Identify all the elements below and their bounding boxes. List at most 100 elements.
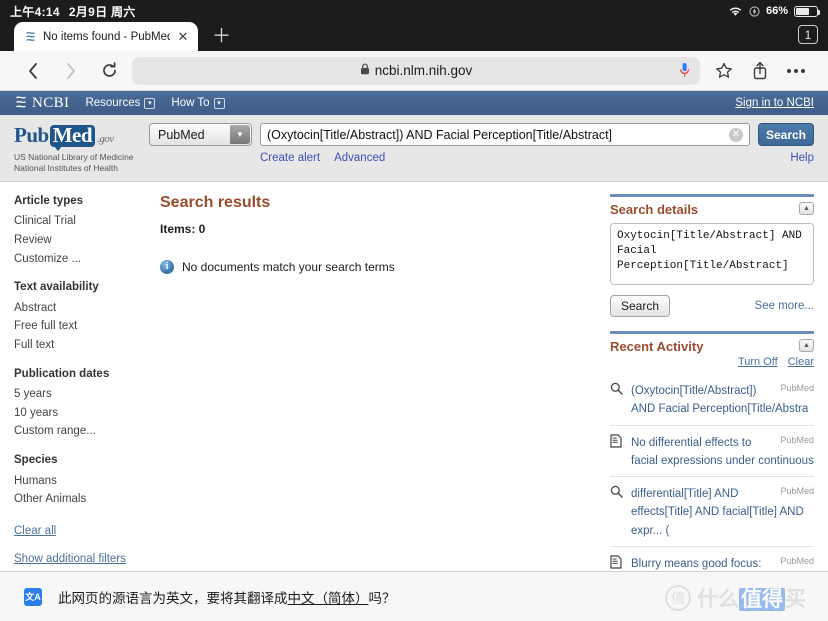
search-icon xyxy=(610,381,624,418)
search-icon xyxy=(610,484,624,539)
filter-item-clinical-trial[interactable]: Clinical Trial xyxy=(14,212,140,231)
share-icon[interactable] xyxy=(742,56,778,86)
ncbi-menu-howto[interactable]: How To ▾ xyxy=(171,97,225,109)
list-item[interactable]: PubMed differential[Title] AND effects[T… xyxy=(610,477,814,547)
list-item-body: PubMed differential[Title] AND effects[T… xyxy=(631,484,814,539)
show-additional-filters-link[interactable]: Show additional filters xyxy=(14,553,140,565)
pubmed-subtitle-line2: National Institutes of Health xyxy=(14,163,118,174)
clear-link[interactable]: Clear xyxy=(788,356,814,368)
plus-icon[interactable]: ＋ xyxy=(212,27,231,46)
filters-sidebar: Article types Clinical Trial Review Cust… xyxy=(0,182,150,593)
pubmed-favicon xyxy=(24,30,37,43)
list-item[interactable]: PubMed (Oxytocin[Title/Abstract]) AND Fa… xyxy=(610,374,814,426)
pubmed-link-row: Create alert Advanced Help xyxy=(149,152,814,164)
create-alert-link[interactable]: Create alert xyxy=(260,152,320,164)
status-bar-date: 2月9日 周六 xyxy=(68,4,136,19)
pubmed-logo-med: Med xyxy=(49,125,96,151)
search-details-actions: Search See more... xyxy=(610,294,814,317)
list-item-db: PubMed xyxy=(780,555,814,566)
ncbi-top-bar: NCBI Resources ▾ How To ▾ Sign in to NCB… xyxy=(0,91,828,115)
translate-text-after: 吗？ xyxy=(368,590,396,606)
search-details-header: Search details ▲ xyxy=(610,197,814,217)
filter-item-5-years[interactable]: 5 years xyxy=(14,385,140,404)
reload-icon[interactable] xyxy=(90,56,128,86)
filter-group-title: Article types xyxy=(14,194,84,207)
clear-all-filters-link[interactable]: Clear all xyxy=(14,525,140,537)
empty-results-message: i No documents match your search terms xyxy=(160,259,590,274)
filter-item-abstract[interactable]: Abstract xyxy=(14,299,140,318)
search-details-title: Search details xyxy=(610,201,699,217)
filter-item-full-text[interactable]: Full text xyxy=(14,336,140,355)
address-bar[interactable]: ncbi.nlm.nih.gov xyxy=(132,56,700,85)
page-body: Article types Clinical Trial Review Cust… xyxy=(0,181,828,621)
empty-results-text: No documents match your search terms xyxy=(182,259,395,274)
info-icon: i xyxy=(160,259,174,274)
search-input[interactable]: (Oxytocin[Title/Abstract]) AND Facial Pe… xyxy=(260,123,750,146)
collapse-icon[interactable]: ▲ xyxy=(799,201,814,215)
translate-text-before: 此网页的源语言为英文，要将其翻译成 xyxy=(58,590,288,606)
pubmed-search-zone: PubMed ▼ (Oxytocin[Title/Abstract]) AND … xyxy=(149,123,814,164)
filter-group-title: Publication dates xyxy=(14,367,110,380)
watermark-text-part1: 什么 xyxy=(697,588,739,611)
list-item-body: PubMed No differential effects to facial… xyxy=(631,433,814,470)
star-icon[interactable] xyxy=(706,56,742,86)
translate-icon: 文A xyxy=(24,587,42,606)
filter-item-customize[interactable]: Customize ... xyxy=(14,250,140,269)
ncbi-menu-howto-label: How To xyxy=(171,97,210,109)
browser-tab[interactable]: No items found - PubMed - ✕ xyxy=(14,22,198,51)
translate-target-language-link[interactable]: 中文（简体） xyxy=(288,591,369,606)
filter-item-review[interactable]: Review xyxy=(14,231,140,250)
filter-group-title: Species xyxy=(14,454,58,467)
translate-prompt-text: 此网页的源语言为英文，要将其翻译成中文（简体）吗？ xyxy=(58,587,396,607)
database-select-value: PubMed xyxy=(158,127,205,142)
pubmed-brand[interactable]: Pub Med .gov US National Library of Medici… xyxy=(14,123,149,175)
filter-item-humans[interactable]: Humans xyxy=(14,472,140,491)
filter-group-text-availability: Text availability Abstract Free full tex… xyxy=(14,280,140,354)
chevron-down-icon: ▼ xyxy=(230,125,250,144)
ncbi-menu-resources[interactable]: Resources ▾ xyxy=(85,97,156,109)
status-bar-time: 上午4:14 xyxy=(10,4,60,19)
search-details-search-button[interactable]: Search xyxy=(610,294,670,317)
ncbi-dna-icon xyxy=(14,95,28,112)
pubmed-logo: Pub Med .gov xyxy=(14,123,149,151)
pubmed-logo-pub: Pub xyxy=(14,123,49,147)
microphone-icon[interactable] xyxy=(679,62,690,84)
turn-off-link[interactable]: Turn Off xyxy=(738,356,778,368)
clear-query-icon[interactable]: ✕ xyxy=(729,128,743,142)
filter-item-custom-range[interactable]: Custom range... xyxy=(14,422,140,441)
filter-group-article-types: Article types Clinical Trial Review Cust… xyxy=(14,194,140,268)
database-select[interactable]: PubMed ▼ xyxy=(149,123,252,146)
more-ellipsis-icon[interactable] xyxy=(778,56,814,86)
watermark: 值 什么值得买 xyxy=(665,583,806,613)
help-link[interactable]: Help xyxy=(790,152,814,164)
filter-item-10-years[interactable]: 10 years xyxy=(14,404,140,423)
tab-count-badge[interactable]: 1 xyxy=(798,25,818,44)
list-item-body: PubMed (Oxytocin[Title/Abstract]) AND Fa… xyxy=(631,381,814,418)
filter-item-free-full-text[interactable]: Free full text xyxy=(14,317,140,336)
pubmed-search-row: PubMed ▼ (Oxytocin[Title/Abstract]) AND … xyxy=(149,123,814,146)
ncbi-logo[interactable]: NCBI xyxy=(14,95,69,112)
list-item-db: PubMed xyxy=(780,486,814,497)
document-icon xyxy=(610,433,624,470)
wifi-icon[interactable] xyxy=(728,6,743,17)
filter-item-other-animals[interactable]: Other Animals xyxy=(14,490,140,509)
search-button[interactable]: Search xyxy=(758,123,814,146)
status-bar-left: 上午4:14 2月9日 周六 xyxy=(10,3,136,20)
search-details-textarea[interactable]: Oxytocin[Title/Abstract] AND Facial Perc… xyxy=(610,222,814,285)
pubmed-header: Pub Med .gov US National Library of Medici… xyxy=(0,115,828,182)
sign-in-link[interactable]: Sign in to NCBI xyxy=(735,97,814,109)
list-item[interactable]: PubMed No differential effects to facial… xyxy=(610,426,814,478)
back-chevron-icon[interactable] xyxy=(14,56,52,86)
page-title: Search results xyxy=(160,193,271,211)
collapse-icon[interactable]: ▲ xyxy=(799,338,814,352)
see-more-link[interactable]: See more... xyxy=(755,300,814,312)
watermark-logo: 值 xyxy=(665,585,691,611)
close-icon[interactable]: ✕ xyxy=(176,30,190,44)
browser-tab-title: No items found - PubMed - xyxy=(43,30,170,43)
pubmed-logo-gov: .gov xyxy=(97,133,114,145)
advanced-search-link[interactable]: Advanced xyxy=(334,152,385,164)
battery-icon xyxy=(794,5,820,17)
filter-group-species: Species Humans Other Animals xyxy=(14,453,140,509)
lock-icon xyxy=(360,62,370,80)
list-item-db: PubMed xyxy=(780,434,814,445)
